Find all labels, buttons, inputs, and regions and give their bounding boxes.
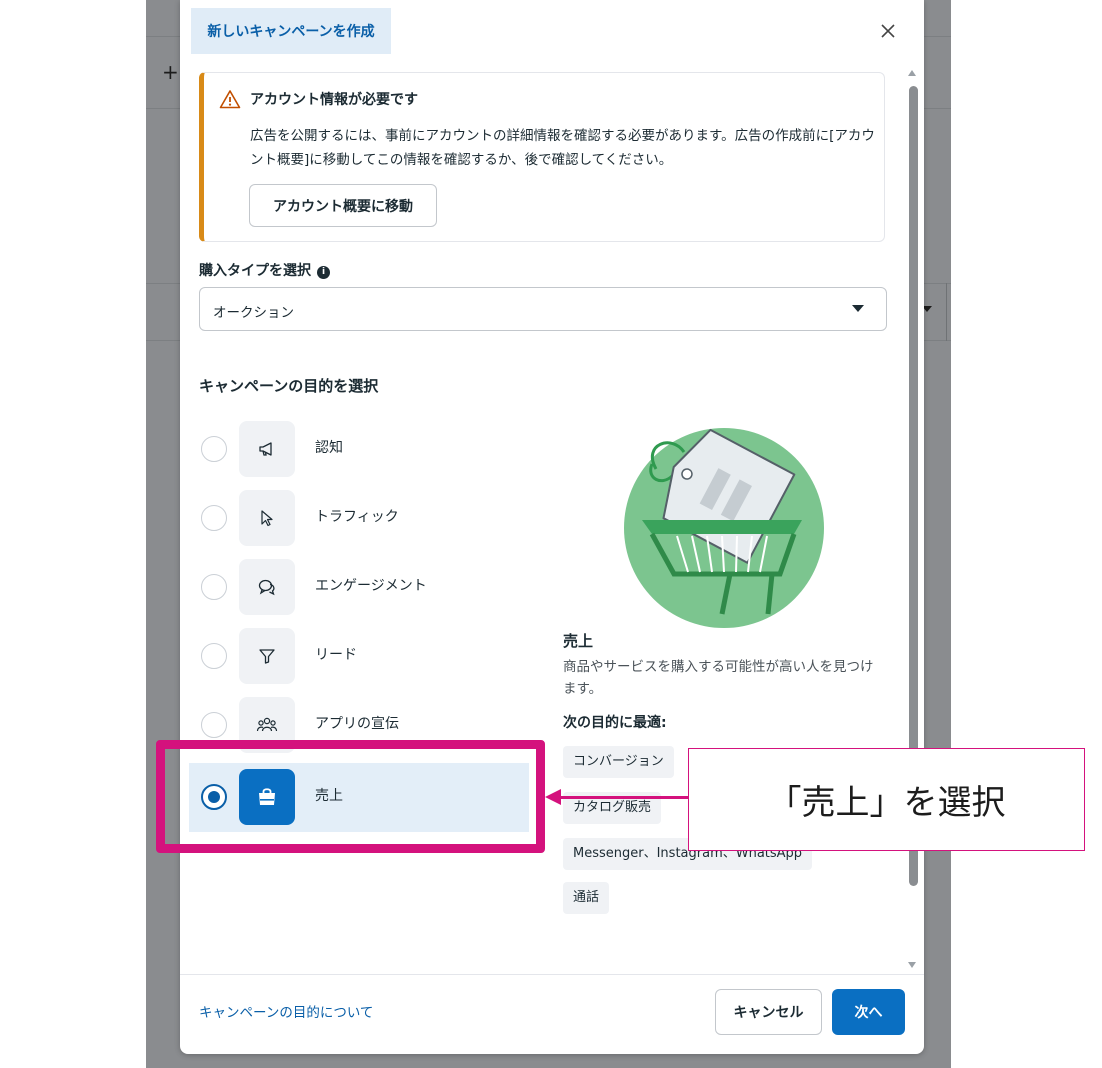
objective-description-text: 商品やサービスを購入する可能性が高い人を見つけます。 xyxy=(563,659,874,697)
next-button[interactable]: 次へ xyxy=(832,989,905,1035)
background-separator xyxy=(946,283,947,341)
radio-button[interactable] xyxy=(201,505,227,531)
info-icon[interactable]: i xyxy=(317,266,330,279)
close-icon[interactable] xyxy=(878,21,898,41)
modal-title: 新しいキャンペーンを作成 xyxy=(191,8,391,54)
annotation-highlight-box xyxy=(156,740,545,853)
background-plus-icon: + xyxy=(162,60,179,84)
objective-description-title: 売上 xyxy=(563,632,594,650)
alert-title: アカウント情報が必要です xyxy=(250,92,418,108)
objective-label: トラフィック xyxy=(315,509,399,525)
objective-label: エンゲージメント xyxy=(315,578,427,594)
icon-box xyxy=(239,421,295,477)
cancel-button[interactable]: キャンセル xyxy=(715,989,822,1035)
purchase-type-value: オークション xyxy=(213,305,294,321)
annotation-arrow-line xyxy=(560,796,688,799)
scroll-down-arrow[interactable] xyxy=(908,962,916,968)
objective-label: 認知 xyxy=(315,440,343,456)
purchase-type-select[interactable] xyxy=(199,287,887,331)
objective-label: リード xyxy=(315,647,357,663)
objective-help-link[interactable]: キャンペーンの目的について xyxy=(199,1001,373,1021)
objective-leads[interactable]: リード xyxy=(189,622,529,691)
chevron-down-icon xyxy=(852,305,864,312)
best-for-chip: コンバージョン xyxy=(563,746,674,778)
footer-divider xyxy=(180,974,924,975)
objective-engagement[interactable]: エンゲージメント xyxy=(189,553,529,622)
icon-box xyxy=(239,559,295,615)
scroll-up-arrow[interactable] xyxy=(908,70,916,76)
people-icon xyxy=(256,717,278,732)
megaphone-icon xyxy=(259,442,272,456)
icon-box xyxy=(239,628,295,684)
best-for-label: 次の目的に最適: xyxy=(563,715,667,731)
warning-icon xyxy=(219,90,241,109)
annotation-arrow-head xyxy=(545,789,561,805)
purchase-type-label: 購入タイプを選択 i xyxy=(199,260,330,280)
radio-button[interactable] xyxy=(201,712,227,738)
best-for-chip: 通話 xyxy=(563,882,610,914)
go-to-account-overview-button[interactable]: アカウント概要に移動 xyxy=(249,184,437,227)
radio-button[interactable] xyxy=(201,436,227,462)
annotation-callout: 「売上」を選択 xyxy=(688,748,1085,851)
objective-awareness[interactable]: 認知 xyxy=(189,415,529,484)
purchase-type-label-text: 購入タイプを選択 xyxy=(199,263,311,279)
chat-bubbles-icon xyxy=(258,579,275,596)
alert-body: 広告を公開するには、事前にアカウントの詳細情報を確認する必要があります。広告の作… xyxy=(250,128,875,168)
cursor-icon xyxy=(261,510,273,527)
radio-button[interactable] xyxy=(201,574,227,600)
objective-heading: キャンペーンの目的を選択 xyxy=(199,377,379,395)
shopping-tag-illustration xyxy=(624,428,824,628)
funnel-icon xyxy=(259,649,275,664)
radio-button[interactable] xyxy=(201,643,227,669)
objective-traffic[interactable]: トラフィック xyxy=(189,484,529,553)
icon-box xyxy=(239,490,295,546)
objective-label: アプリの宣伝 xyxy=(315,716,399,732)
